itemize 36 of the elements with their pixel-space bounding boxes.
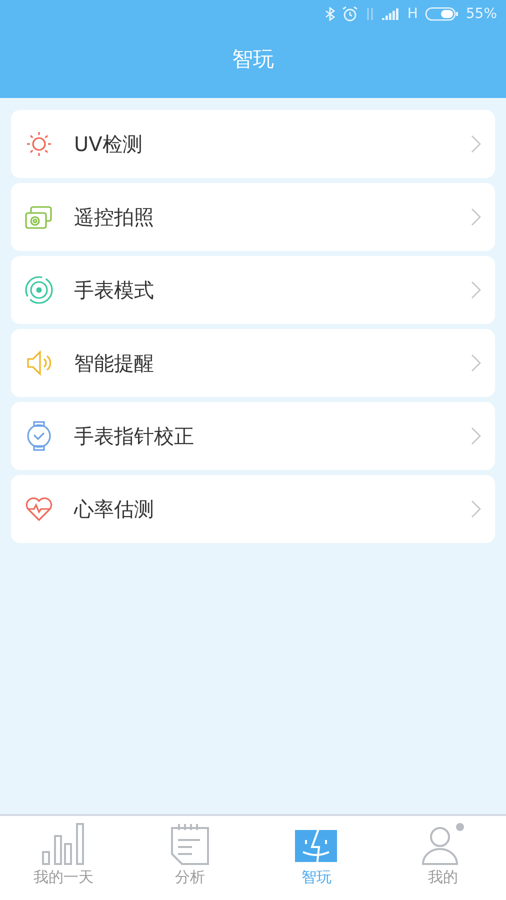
feature-label: 手表指针校正 <box>74 422 195 450</box>
feature-card[interactable]: 心率估测 <box>11 475 495 543</box>
feature-label: 手表模式 <box>74 276 155 304</box>
feature-card[interactable]: 遥控拍照 <box>11 183 495 251</box>
data-arrows-icon <box>365 7 376 21</box>
feature-label: 智能提醒 <box>74 350 155 376</box>
battery-icon <box>424 7 459 21</box>
feature-label: 心率估测 <box>74 496 155 522</box>
network-type: H <box>407 6 418 22</box>
feature-label: UV检测 <box>74 130 144 158</box>
feature-card[interactable]: 智能提醒 <box>11 329 495 397</box>
tab-label: 智玩 <box>301 868 332 887</box>
chevron-icon <box>471 135 481 153</box>
feature-card[interactable]: 手表模式 <box>11 256 495 324</box>
watch-icon <box>24 421 54 451</box>
feature-label: 遥控拍照 <box>74 204 155 230</box>
page-title: 智玩 <box>232 46 274 73</box>
target-icon <box>24 275 54 305</box>
speaker-icon <box>24 348 54 378</box>
chevron-icon <box>471 208 481 226</box>
sun-icon <box>24 129 54 159</box>
tab-label: 分析 <box>174 868 205 887</box>
alarm-icon <box>342 6 358 22</box>
chevron-icon <box>471 427 481 445</box>
bluetooth-icon <box>325 7 336 21</box>
battery-percent: 55% <box>466 6 497 22</box>
bar-chart-icon <box>40 822 86 866</box>
feature-card[interactable]: UV检测 <box>11 110 495 178</box>
person-icon <box>420 822 466 866</box>
chevron-icon <box>471 354 481 372</box>
signal-icon <box>382 8 400 20</box>
tab-label: 我的 <box>428 868 458 887</box>
tab-label: 我的一天 <box>33 868 94 887</box>
feature-card[interactable]: 手表指针校正 <box>11 402 495 470</box>
chevron-icon <box>471 281 481 299</box>
chevron-icon <box>471 500 481 518</box>
